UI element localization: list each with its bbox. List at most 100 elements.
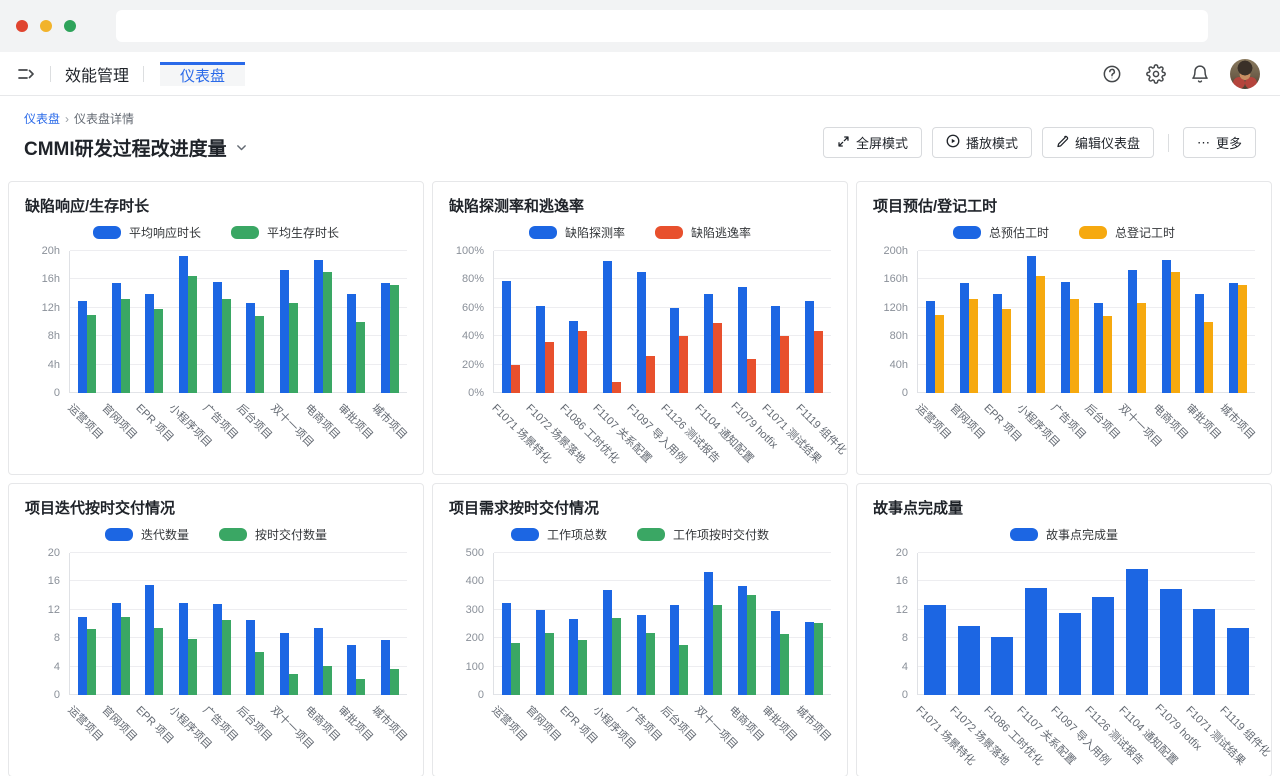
legend-item[interactable]: 总登记工时 xyxy=(1079,224,1175,241)
bar xyxy=(670,605,679,695)
chart-legend: 工作项总数 工作项按时交付数 xyxy=(449,526,831,543)
bar xyxy=(1204,322,1213,393)
bar xyxy=(738,586,747,695)
x-axis: 运营项目官网项目EPR 项目小程序项目广告项目后台项目双十一项目电商项目审批项目… xyxy=(69,695,407,776)
legend-item[interactable]: 故事点完成量 xyxy=(1010,526,1118,543)
breadcrumb-dashboard-link[interactable]: 仪表盘 xyxy=(24,110,60,127)
legend-label: 缺陷逃逸率 xyxy=(691,224,751,241)
fullscreen-icon xyxy=(837,135,850,151)
legend-label: 平均生存时长 xyxy=(267,224,339,241)
bar xyxy=(390,285,399,393)
sidebar-expand-icon[interactable] xyxy=(16,64,36,84)
bar xyxy=(87,315,96,393)
tab-dashboard[interactable]: 仪表盘 xyxy=(160,62,245,86)
settings-gear-icon[interactable] xyxy=(1146,64,1166,84)
chart-legend: 迭代数量 按时交付数量 xyxy=(25,526,407,543)
bar xyxy=(924,605,946,695)
x-tick-label: 审批项目 xyxy=(335,400,377,442)
y-tick-label: 20% xyxy=(462,359,484,371)
y-tick-label: 8 xyxy=(902,632,908,644)
play-mode-button[interactable]: 播放模式 xyxy=(932,127,1032,158)
fullscreen-mode-button[interactable]: 全屏模式 xyxy=(823,127,922,158)
bar xyxy=(771,611,780,695)
legend-swatch xyxy=(219,528,247,541)
bar xyxy=(814,623,823,695)
legend-item[interactable]: 迭代数量 xyxy=(105,526,189,543)
chart-plot-row: 040h80h120h160h200h xyxy=(873,251,1255,393)
bar-group xyxy=(595,553,629,695)
bar xyxy=(545,633,554,695)
y-tick-label: 12 xyxy=(48,604,60,616)
legend-swatch xyxy=(953,226,981,239)
bar xyxy=(1128,270,1137,393)
legend-label: 工作项按时交付数 xyxy=(673,526,769,543)
y-tick-label: 120h xyxy=(884,302,908,314)
legend-item[interactable]: 平均生存时长 xyxy=(231,224,339,241)
y-tick-label: 20h xyxy=(42,245,60,257)
bar-group xyxy=(205,251,239,393)
bar-group xyxy=(764,553,798,695)
bar xyxy=(612,618,621,695)
legend-item[interactable]: 按时交付数量 xyxy=(219,526,327,543)
edit-dashboard-button[interactable]: 编辑仪表盘 xyxy=(1042,127,1154,158)
y-tick-label: 0 xyxy=(902,387,908,399)
y-tick-label: 60% xyxy=(462,302,484,314)
x-tick-label: 后台项目 xyxy=(234,400,276,442)
bar xyxy=(805,622,814,695)
header-actions: 全屏模式 播放模式 编辑仪表盘 ⋯ 更多 xyxy=(823,124,1256,161)
bar xyxy=(578,640,587,695)
x-tick-label: 运营项目 xyxy=(913,400,955,442)
bar xyxy=(637,272,646,393)
bar xyxy=(1126,569,1148,695)
bar-group xyxy=(952,251,986,393)
bar xyxy=(569,619,578,695)
y-tick-label: 0 xyxy=(54,387,60,399)
zoom-window-button[interactable] xyxy=(64,20,76,32)
bar xyxy=(255,316,264,393)
bar-group xyxy=(730,553,764,695)
bar-group xyxy=(171,553,205,695)
bar xyxy=(646,633,655,695)
bar xyxy=(280,270,289,393)
bar-group xyxy=(985,251,1019,393)
legend-item[interactable]: 缺陷探测率 xyxy=(529,224,625,241)
title-chevron-down-icon[interactable] xyxy=(235,141,248,154)
bar-group xyxy=(373,553,407,695)
window-titlebar xyxy=(0,0,1280,52)
bar-group xyxy=(340,251,374,393)
legend-item[interactable]: 平均响应时长 xyxy=(93,224,201,241)
address-bar[interactable] xyxy=(116,10,1208,42)
y-tick-label: 8h xyxy=(48,330,60,342)
bar xyxy=(578,331,587,393)
y-tick-label: 0 xyxy=(902,689,908,701)
bar xyxy=(545,342,554,393)
legend-item[interactable]: 总预估工时 xyxy=(953,224,1049,241)
close-window-button[interactable] xyxy=(16,20,28,32)
help-icon[interactable] xyxy=(1102,64,1122,84)
bar-group xyxy=(730,251,764,393)
y-tick-label: 4h xyxy=(48,359,60,371)
bar xyxy=(222,299,231,393)
legend-item[interactable]: 工作项按时交付数 xyxy=(637,526,769,543)
minimize-window-button[interactable] xyxy=(40,20,52,32)
y-tick-label: 40% xyxy=(462,330,484,342)
bar xyxy=(179,256,188,393)
bar-group xyxy=(1188,251,1222,393)
chart-card: 项目需求按时交付情况工作项总数工作项按时交付数0100200300400500运… xyxy=(432,483,848,776)
legend-label: 总预估工时 xyxy=(989,224,1049,241)
bar-group xyxy=(70,251,104,393)
app-navbar: 效能管理 仪表盘 xyxy=(0,52,1280,96)
y-axis: 048121620 xyxy=(873,553,917,695)
user-avatar[interactable] xyxy=(1230,59,1260,89)
legend-item[interactable]: 缺陷逃逸率 xyxy=(655,224,751,241)
bar xyxy=(536,306,545,393)
more-button[interactable]: ⋯ 更多 xyxy=(1183,127,1256,158)
bar-group xyxy=(137,251,171,393)
notifications-bell-icon[interactable] xyxy=(1190,64,1210,84)
legend-item[interactable]: 工作项总数 xyxy=(511,526,607,543)
bar-group xyxy=(104,553,138,695)
bar xyxy=(112,283,121,393)
bar-group xyxy=(171,251,205,393)
legend-swatch xyxy=(529,226,557,239)
bar-group xyxy=(629,553,663,695)
